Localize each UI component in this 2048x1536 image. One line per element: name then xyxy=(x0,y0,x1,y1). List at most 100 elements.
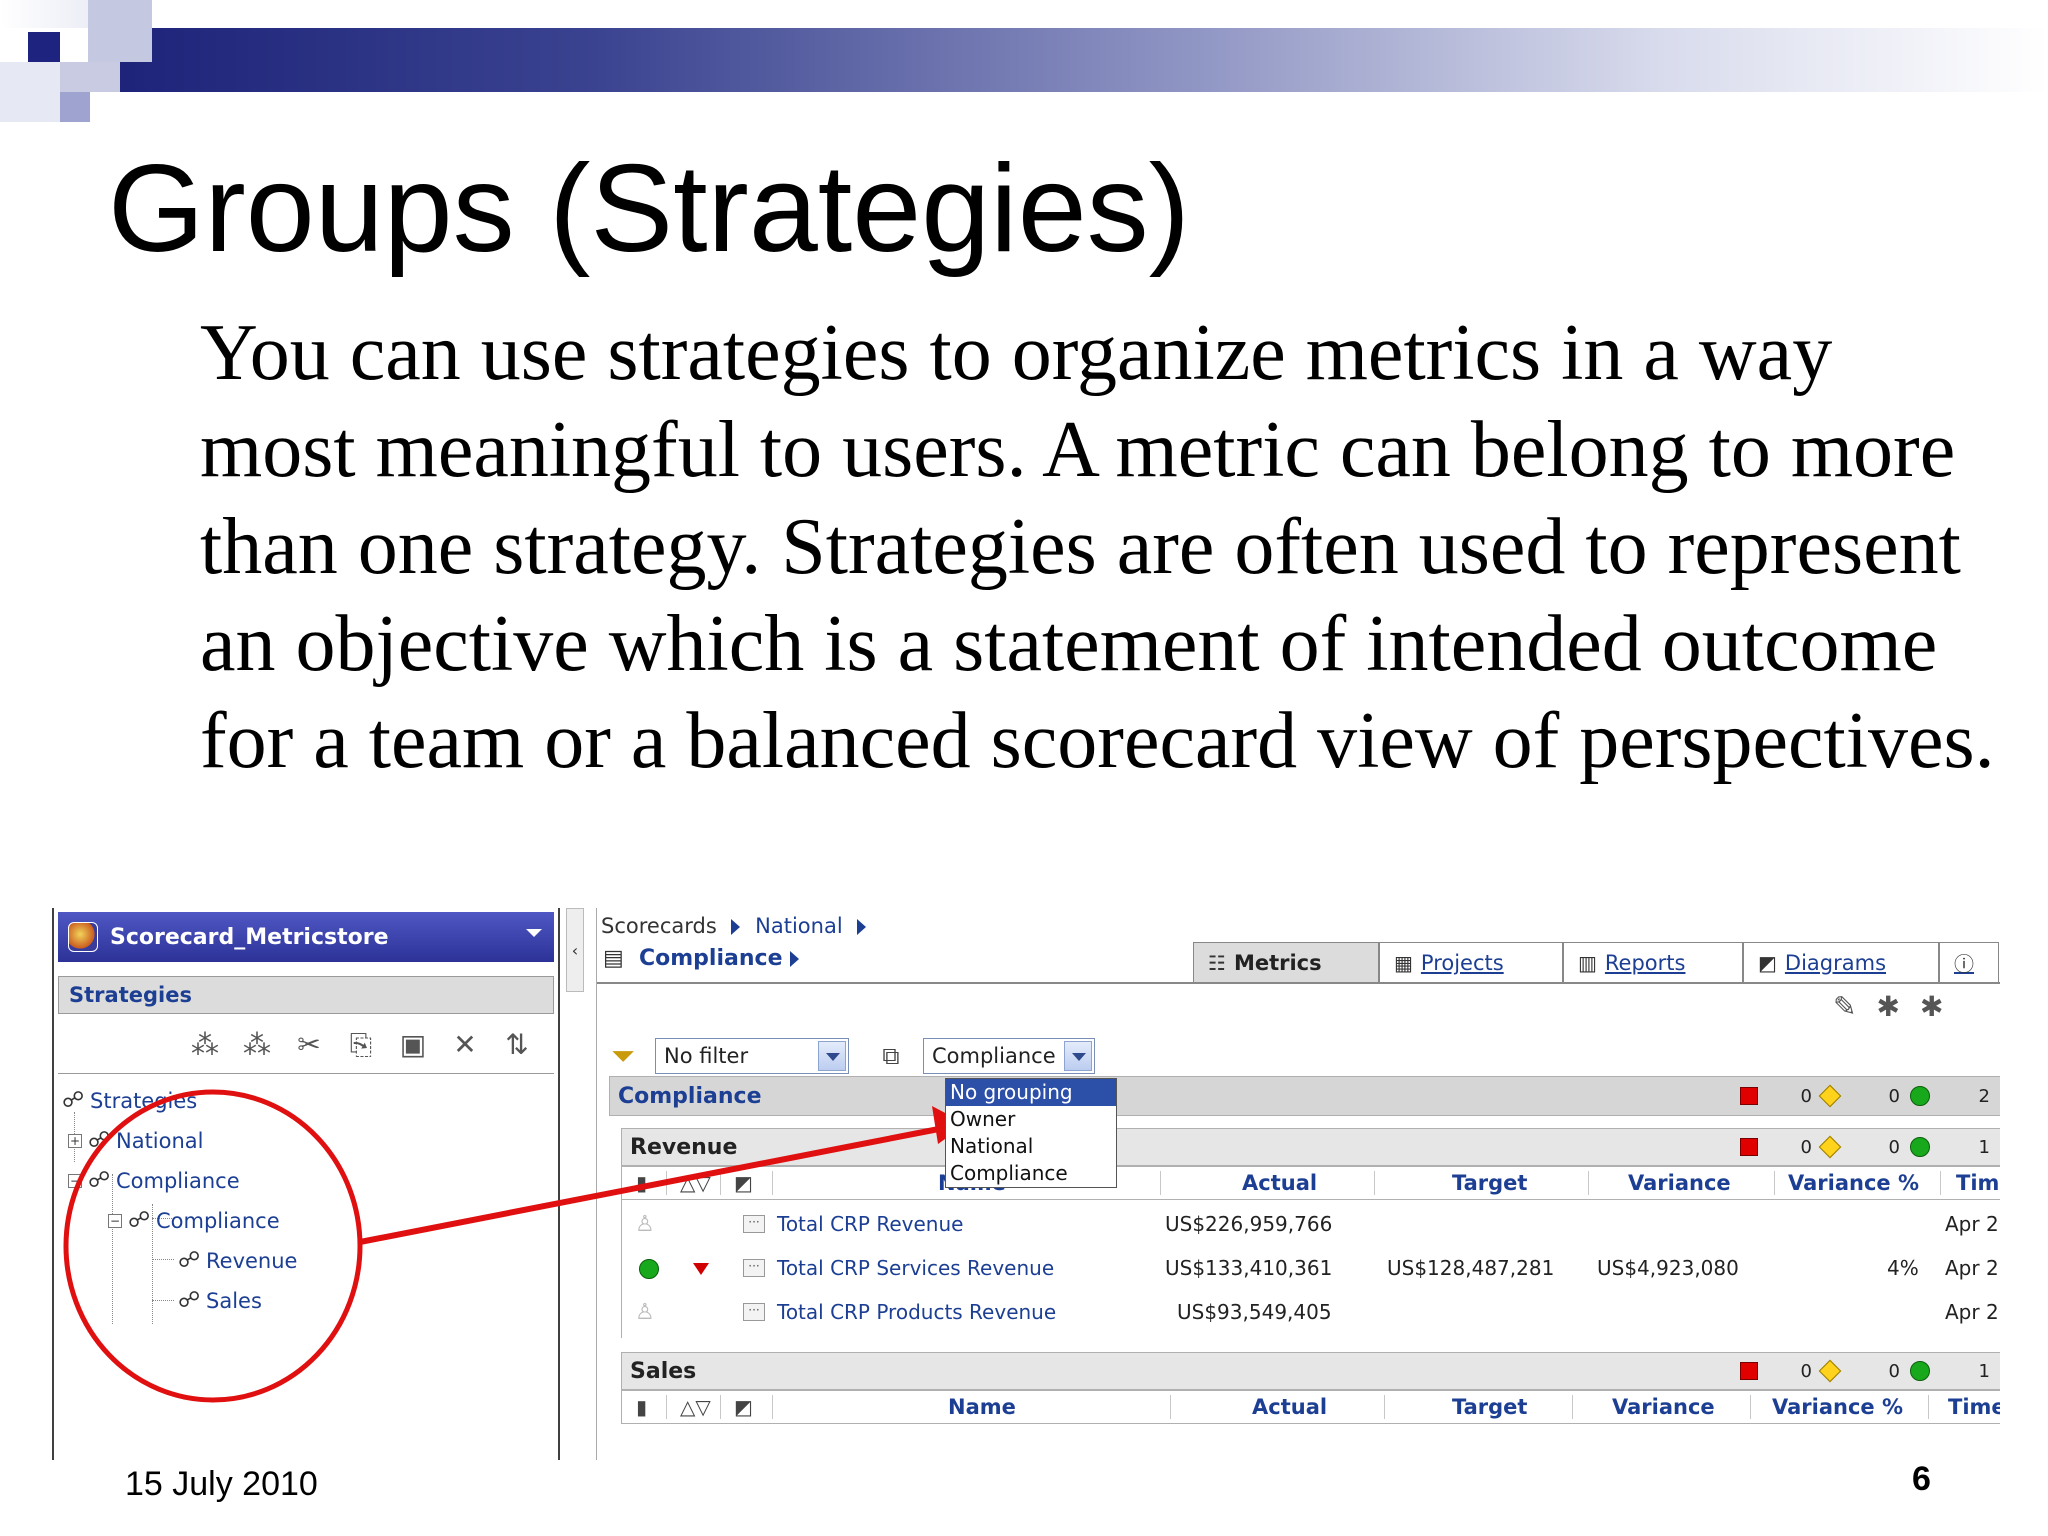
expand-icon[interactable]: + xyxy=(68,1133,82,1148)
metric-name[interactable]: Total CRP Products Revenue xyxy=(777,1300,1056,1324)
slide-title: Groups (Strategies) xyxy=(108,140,1190,278)
grouping-option[interactable]: Owner xyxy=(946,1106,1116,1133)
details-icon[interactable]: ··· xyxy=(743,1259,765,1277)
trend-column-icon[interactable]: △▽ xyxy=(680,1171,711,1195)
column-variance-percent[interactable]: Variance % xyxy=(1772,1395,1903,1419)
no-status-icon: ♙ xyxy=(635,1212,655,1237)
strategy-icon: ☍ xyxy=(178,1248,201,1273)
red-status-icon xyxy=(1740,1362,1758,1380)
scorecard-icon: ▤ xyxy=(603,946,624,971)
column-name[interactable]: Name xyxy=(948,1395,1016,1419)
subgroup-header-sales[interactable]: Sales 0 0 1 xyxy=(621,1352,2000,1390)
info-icon: ⓘ xyxy=(1954,952,1974,976)
tree-node-compliance[interactable]: − ☍ Compliance xyxy=(68,1168,240,1193)
reports-icon: ▥ xyxy=(1578,950,1597,975)
notes-column-icon[interactable]: ◩ xyxy=(734,1395,753,1419)
tree-node-national[interactable]: + ☍ National xyxy=(68,1128,204,1153)
strategy-icon: ☍ xyxy=(128,1208,151,1233)
grouping-option[interactable]: No grouping xyxy=(946,1079,1116,1106)
details-icon[interactable]: ··· xyxy=(743,1215,765,1233)
trend-down-icon xyxy=(693,1263,709,1275)
status-column-icon[interactable]: ▮ xyxy=(636,1395,647,1419)
tree-node-sales[interactable]: ☍ Sales xyxy=(178,1288,262,1313)
collapse-icon[interactable]: − xyxy=(68,1173,82,1188)
header-square-decoration xyxy=(88,0,152,62)
metric-actual: US$93,549,405 xyxy=(1177,1300,1332,1324)
trend-column-icon[interactable]: △▽ xyxy=(680,1395,711,1419)
breadcrumb-separator-icon xyxy=(731,919,741,935)
subgroup-header-revenue[interactable]: Revenue 0 0 1 xyxy=(621,1128,2000,1166)
table-row[interactable]: ♙ ··· Total CRP Products Revenue US$93,5… xyxy=(621,1290,2000,1334)
metric-name[interactable]: Total CRP Services Revenue xyxy=(777,1256,1054,1280)
tree-node-revenue[interactable]: ☍ Revenue xyxy=(178,1248,297,1273)
strategy-icon: ☍ xyxy=(62,1088,85,1113)
header-gradient-bar xyxy=(110,28,2048,92)
add-sub-strategy-icon[interactable]: ⁂ xyxy=(238,1028,276,1061)
grouping-option[interactable]: National xyxy=(946,1133,1116,1160)
breadcrumb-separator-icon[interactable] xyxy=(790,950,800,967)
add-strategy-icon[interactable]: ⁂ xyxy=(186,1028,224,1061)
yellow-status-icon xyxy=(1818,1359,1842,1383)
notes-column-icon[interactable]: ◩ xyxy=(734,1171,753,1195)
tab-reports[interactable]: ▥ Reports xyxy=(1563,942,1743,982)
tab-metrics[interactable]: ☷ Metrics xyxy=(1193,942,1379,982)
column-variance[interactable]: Variance xyxy=(1612,1395,1715,1419)
group-header-compliance[interactable]: Compliance 0 0 2 xyxy=(609,1076,2000,1116)
strategies-panel: Scorecard_Metricstore Strategies ⁂ ⁂ ✂ ⎘… xyxy=(52,908,560,1460)
column-actual[interactable]: Actual xyxy=(1242,1171,1317,1195)
yellow-status-icon xyxy=(1818,1084,1842,1108)
yellow-status-icon xyxy=(1818,1135,1842,1159)
tab-diagrams[interactable]: ◩ Diagrams xyxy=(1743,942,1939,982)
cut-icon[interactable]: ✂ xyxy=(290,1028,328,1061)
collapse-icon[interactable]: − xyxy=(108,1213,122,1228)
tab-divider xyxy=(597,982,2000,984)
column-time[interactable]: Time xyxy=(1956,1171,2000,1195)
breadcrumb-national[interactable]: National xyxy=(755,914,843,938)
copy-icon[interactable]: ⎘ xyxy=(342,1028,380,1062)
column-target[interactable]: Target xyxy=(1452,1395,1527,1419)
grouping-icon[interactable]: ⧉ xyxy=(873,1042,909,1070)
metric-actual: US$133,410,361 xyxy=(1165,1256,1333,1280)
current-strategy: ▤ Compliance xyxy=(603,946,807,971)
dropdown-caret-icon[interactable] xyxy=(526,929,542,937)
table-row[interactable]: ··· Total CRP Services Revenue US$133,41… xyxy=(621,1246,2000,1290)
table-row[interactable]: ♙ ··· Total CRP Revenue US$226,959,766 A… xyxy=(621,1202,2000,1246)
column-variance-percent[interactable]: Variance % xyxy=(1788,1171,1919,1195)
status-column-icon[interactable]: ▮ xyxy=(636,1171,647,1195)
dropdown-arrow-icon[interactable] xyxy=(818,1041,846,1071)
metric-name[interactable]: Total CRP Revenue xyxy=(777,1212,963,1236)
paste-icon[interactable]: ▣ xyxy=(394,1028,432,1061)
column-time[interactable]: Time xyxy=(1948,1395,2000,1419)
column-actual[interactable]: Actual xyxy=(1252,1395,1327,1419)
breadcrumb-scorecards[interactable]: Scorecards xyxy=(601,914,717,938)
strategy-icon: ☍ xyxy=(88,1168,111,1193)
add-metric-icon[interactable]: ✱ xyxy=(1876,990,1899,1023)
tree-node-strategies[interactable]: ☍ Strategies xyxy=(62,1088,197,1113)
panel-splitter[interactable]: ‹ xyxy=(566,908,584,992)
dropdown-arrow-icon[interactable] xyxy=(1064,1041,1092,1071)
metrics-table-header: ▮ △▽ ◩ Name Actual Target Variance Varia… xyxy=(621,1390,2000,1424)
column-target[interactable]: Target xyxy=(1452,1171,1527,1195)
page-number: 6 xyxy=(1912,1460,1931,1498)
projects-icon: ▦ xyxy=(1394,950,1413,975)
column-variance[interactable]: Variance xyxy=(1628,1171,1731,1195)
edit-pencil-icon[interactable]: ✎ xyxy=(1833,990,1856,1023)
metric-variance-percent: 4% xyxy=(1887,1256,1919,1280)
add-linked-metric-icon[interactable]: ✱ xyxy=(1920,990,1943,1023)
scorecard-selector[interactable]: Scorecard_Metricstore xyxy=(58,912,554,962)
filter-select[interactable]: No filter xyxy=(655,1038,849,1074)
grouping-option[interactable]: Compliance xyxy=(946,1160,1116,1187)
green-status-icon xyxy=(1910,1361,1930,1381)
metrics-table-header: ▮ △▽ ◩ Name Actual Target Variance Varia… xyxy=(621,1166,2000,1200)
no-status-icon: ♙ xyxy=(635,1300,655,1325)
tree-node-compliance-child[interactable]: − ☍ Compliance xyxy=(108,1208,280,1233)
tab-info[interactable]: ⓘ xyxy=(1939,942,1999,982)
grouping-select[interactable]: Compliance xyxy=(923,1038,1095,1074)
status-counts: 0 0 1 xyxy=(1740,1353,2000,1389)
filter-funnel-icon[interactable]: ⏷ xyxy=(611,1039,641,1074)
tab-projects[interactable]: ▦ Projects xyxy=(1379,942,1563,982)
scorecard-metrics-panel: Scorecards National ▤ Compliance ☷ Metri… xyxy=(596,908,2000,1460)
delete-icon[interactable]: ✕ xyxy=(446,1028,484,1061)
reorder-icon[interactable]: ⇅ xyxy=(498,1028,536,1061)
details-icon[interactable]: ··· xyxy=(743,1303,765,1321)
